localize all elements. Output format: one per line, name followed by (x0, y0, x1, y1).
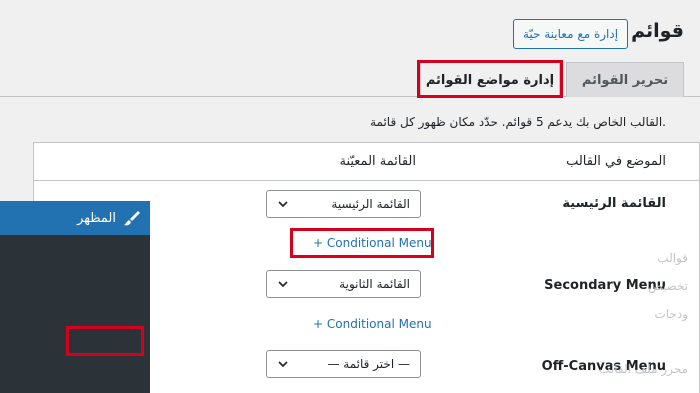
intro-text: القالب الخاص بك يدعم 5 قوائم. حدّد مكان … (370, 115, 666, 129)
secondary-menu-select[interactable]: القائمة الثانوية (266, 270, 421, 298)
sidebar-item-customize[interactable]: تخصيص (648, 279, 688, 293)
sidebar-item-menus[interactable]: قوائم (655, 334, 688, 348)
highlight-box-locations-tab (417, 60, 563, 98)
table-header-divider (33, 180, 700, 181)
sidebar-parent-label: المظهر (77, 210, 116, 226)
column-header-assigned-menu: القائمة المعيّنة (339, 154, 416, 169)
select-value: القائمة الثانوية (339, 277, 410, 291)
primary-menu-select[interactable]: القائمة الرئيسية (266, 190, 421, 218)
chevron-down-icon (278, 281, 288, 288)
sidebar-appearance-menu[interactable]: المظهر (0, 201, 150, 235)
sidebar-submenu (0, 235, 150, 393)
column-header-theme-location: الموضع في القالب (566, 154, 666, 169)
page-title: قوائم (631, 20, 684, 42)
row-location-primary: القائمة الرئيسية (562, 196, 666, 211)
sidebar-item-widgets[interactable]: ودجات (654, 307, 688, 321)
sidebar-item-themes[interactable]: قوالب (657, 251, 688, 265)
select-value: — اختر قائمة — (327, 357, 410, 371)
conditional-menu-link[interactable]: + Conditional Menu (313, 317, 432, 331)
manage-live-preview-button[interactable]: إدارة مع معاينة حيّة (513, 19, 628, 49)
tab-edit-menus[interactable]: تحرير القوائم (566, 62, 684, 97)
select-value: القائمة الرئيسية (331, 197, 410, 211)
chevron-down-icon (278, 361, 288, 368)
off-canvas-menu-select[interactable]: — اختر قائمة — (266, 350, 421, 378)
paintbrush-icon (124, 211, 140, 226)
highlight-box-menus-item (66, 326, 144, 356)
sidebar-item-theme-file-editor[interactable]: محرر ملف القالب (599, 362, 688, 376)
chevron-down-icon (278, 201, 288, 208)
highlight-box-conditional-menu (290, 228, 434, 258)
